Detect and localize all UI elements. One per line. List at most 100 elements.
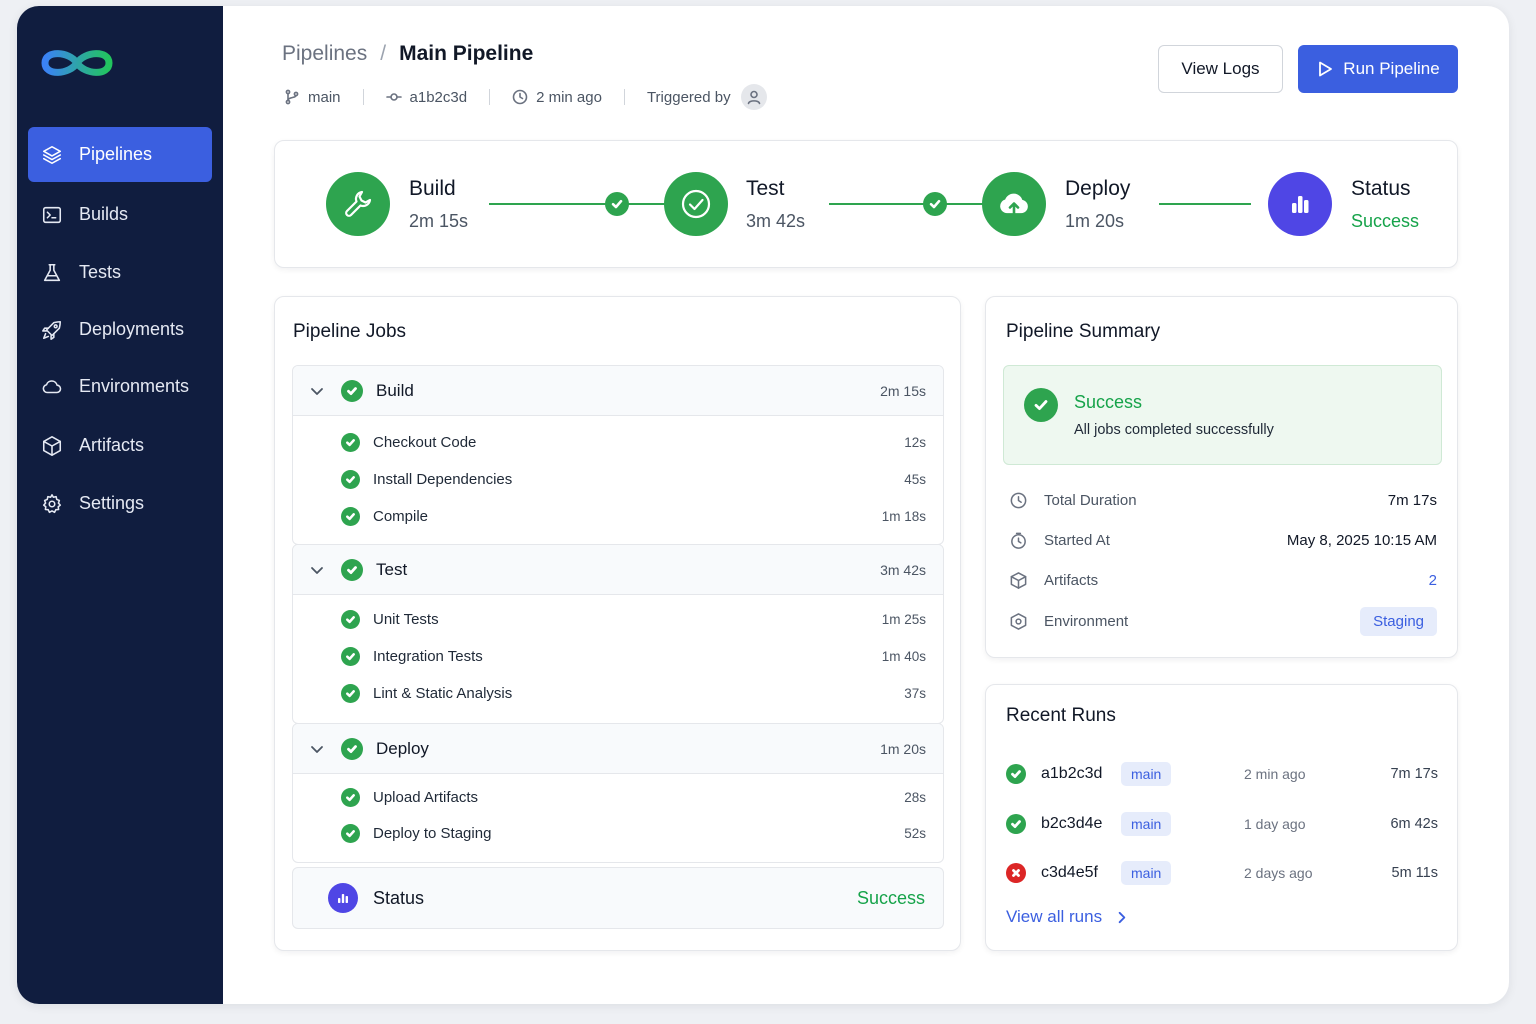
breadcrumb: Pipelines / Main Pipeline: [282, 42, 533, 66]
play-icon: [1319, 61, 1333, 77]
commit-hash: a1b2c3d: [409, 88, 468, 106]
time-info: 2 min ago: [512, 89, 602, 106]
recent-run-row[interactable]: b2c3d4e main 1 day ago 6m 42s: [1006, 809, 1438, 839]
job-name: Lint & Static Analysis: [373, 685, 513, 702]
job-row[interactable]: Integration Tests 1m 40s: [293, 638, 943, 675]
run-duration: 6m 42s: [1390, 816, 1438, 832]
status-label: Status: [373, 887, 425, 908]
run-hash: a1b2c3d: [1041, 765, 1103, 782]
sidebar-item-artifacts[interactable]: Artifacts: [28, 418, 212, 473]
job-row[interactable]: Install Dependencies 45s: [293, 461, 943, 498]
stage-connector: [1159, 203, 1251, 205]
view-all-runs-link[interactable]: View all runs: [1006, 907, 1129, 927]
job-group-header[interactable]: Deploy 1m 20s: [293, 724, 943, 774]
sidebar-item-label: Artifacts: [79, 435, 145, 455]
sidebar-item-pipelines[interactable]: Pipelines: [28, 127, 212, 182]
commit-info: a1b2c3d: [385, 88, 468, 106]
avatar[interactable]: [740, 84, 767, 110]
job-name: Unit Tests: [373, 611, 439, 628]
sidebar-item-settings[interactable]: Settings: [28, 476, 212, 531]
run-pipeline-label: Run Pipeline: [1343, 59, 1440, 78]
sidebar: Pipelines Builds Tests Deployments Envir…: [17, 6, 223, 1004]
stage-status-name: Status: [1351, 177, 1411, 200]
view-logs-button[interactable]: View Logs: [1158, 45, 1283, 93]
success-icon: [341, 507, 360, 526]
summary-label: Environment: [1044, 612, 1129, 630]
summary-value: May 8, 2025 10:15 AM: [1286, 531, 1437, 549]
environment-icon: [1010, 612, 1027, 630]
trigger-info: Triggered by: [647, 84, 767, 110]
terminal-icon: [40, 203, 64, 227]
sidebar-item-builds[interactable]: Builds: [28, 187, 212, 242]
divider: [623, 89, 625, 105]
connector-check-icon: [923, 192, 947, 216]
sidebar-item-deployments[interactable]: Deployments: [28, 302, 212, 357]
page-title: Main Pipeline: [399, 42, 534, 65]
success-icon: [341, 788, 360, 807]
recent-runs-card: Recent Runs a1b2c3d main 2 min ago 7m 17…: [985, 684, 1458, 951]
job-row[interactable]: Deploy to Staging 52s: [293, 816, 943, 850]
run-time: 2 days ago: [1244, 865, 1313, 881]
success-icon: [341, 470, 360, 489]
run-duration: 7m 17s: [1390, 766, 1438, 782]
success-icon: [341, 610, 360, 629]
success-icon: [341, 647, 360, 666]
summary-row-environment: Environment Staging: [1009, 603, 1437, 639]
success-subtitle: All jobs completed successfully: [1074, 422, 1274, 438]
job-group-header[interactable]: Test 3m 42s: [293, 545, 943, 595]
job-group-deploy: Deploy 1m 20s Upload Artifacts 28s Deplo…: [292, 723, 944, 863]
bar-chart-icon: [1268, 172, 1332, 236]
recent-run-row[interactable]: c3d4e5f main 2 days ago 5m 11s: [1006, 858, 1438, 888]
pipeline-jobs-title: Pipeline Jobs: [293, 321, 407, 342]
run-duration: 5m 11s: [1391, 865, 1438, 881]
branch-name: main: [308, 88, 341, 106]
success-icon: [1006, 764, 1026, 784]
stage-deploy-name: Deploy: [1065, 177, 1131, 200]
divider: [489, 89, 491, 105]
logo-icon: [39, 42, 115, 84]
job-group-name: Test: [376, 559, 408, 579]
job-duration: 28s: [904, 790, 926, 805]
success-icon: [1006, 814, 1026, 834]
summary-label: Total Duration: [1044, 491, 1137, 509]
success-icon: [341, 823, 360, 843]
recent-run-row[interactable]: a1b2c3d main 2 min ago 7m 17s: [1006, 759, 1438, 789]
stage-test-name: Test: [746, 177, 785, 200]
check-circle-icon: [664, 172, 728, 236]
job-row[interactable]: Unit Tests 1m 25s: [293, 601, 943, 638]
success-icon: [341, 558, 363, 581]
artifacts-count-link[interactable]: 2: [1429, 572, 1437, 589]
summary-label: Started At: [1044, 531, 1110, 549]
run-pipeline-button[interactable]: Run Pipeline: [1298, 45, 1458, 93]
job-name: Upload Artifacts: [373, 789, 479, 806]
environment-badge[interactable]: Staging: [1360, 606, 1437, 636]
app-window: Pipelines Builds Tests Deployments Envir…: [17, 6, 1509, 1004]
run-time: 2 min ago: [536, 88, 602, 106]
job-group-header[interactable]: Build 2m 15s: [293, 366, 943, 416]
success-icon: [341, 684, 360, 703]
job-duration: 1m 25s: [881, 612, 926, 627]
job-name: Compile: [373, 508, 429, 525]
summary-row-artifacts: Artifacts 2: [1009, 565, 1437, 595]
timer-icon: [1011, 532, 1026, 549]
summary-row-started: Started At May 8, 2025 10:15 AM: [1009, 525, 1437, 555]
job-row[interactable]: Compile 1m 18s: [293, 498, 943, 535]
box-icon: [40, 434, 64, 458]
success-icon: [1024, 388, 1058, 422]
sidebar-item-label: Environments: [79, 376, 190, 396]
run-branch-badge: main: [1121, 861, 1172, 885]
commit-icon: [385, 93, 402, 101]
breadcrumb-pipelines-link[interactable]: Pipelines: [282, 42, 367, 66]
job-group-duration: 1m 20s: [880, 740, 926, 757]
job-row[interactable]: Lint & Static Analysis 37s: [293, 675, 943, 712]
run-time: 1 day ago: [1244, 816, 1306, 832]
job-row[interactable]: Checkout Code 12s: [293, 424, 943, 461]
bar-chart-icon: [328, 883, 358, 913]
pipeline-summary-card: Pipeline Summary Success All jobs comple…: [985, 296, 1458, 658]
job-group-name: Deploy: [376, 738, 429, 758]
job-group-build: Build 2m 15s Checkout Code 12s Install D…: [292, 365, 944, 545]
job-duration: 1m 18s: [881, 509, 926, 524]
sidebar-item-tests[interactable]: Tests: [28, 245, 212, 300]
sidebar-item-environments[interactable]: Environments: [28, 359, 212, 414]
job-row[interactable]: Upload Artifacts 28s: [293, 779, 943, 816]
